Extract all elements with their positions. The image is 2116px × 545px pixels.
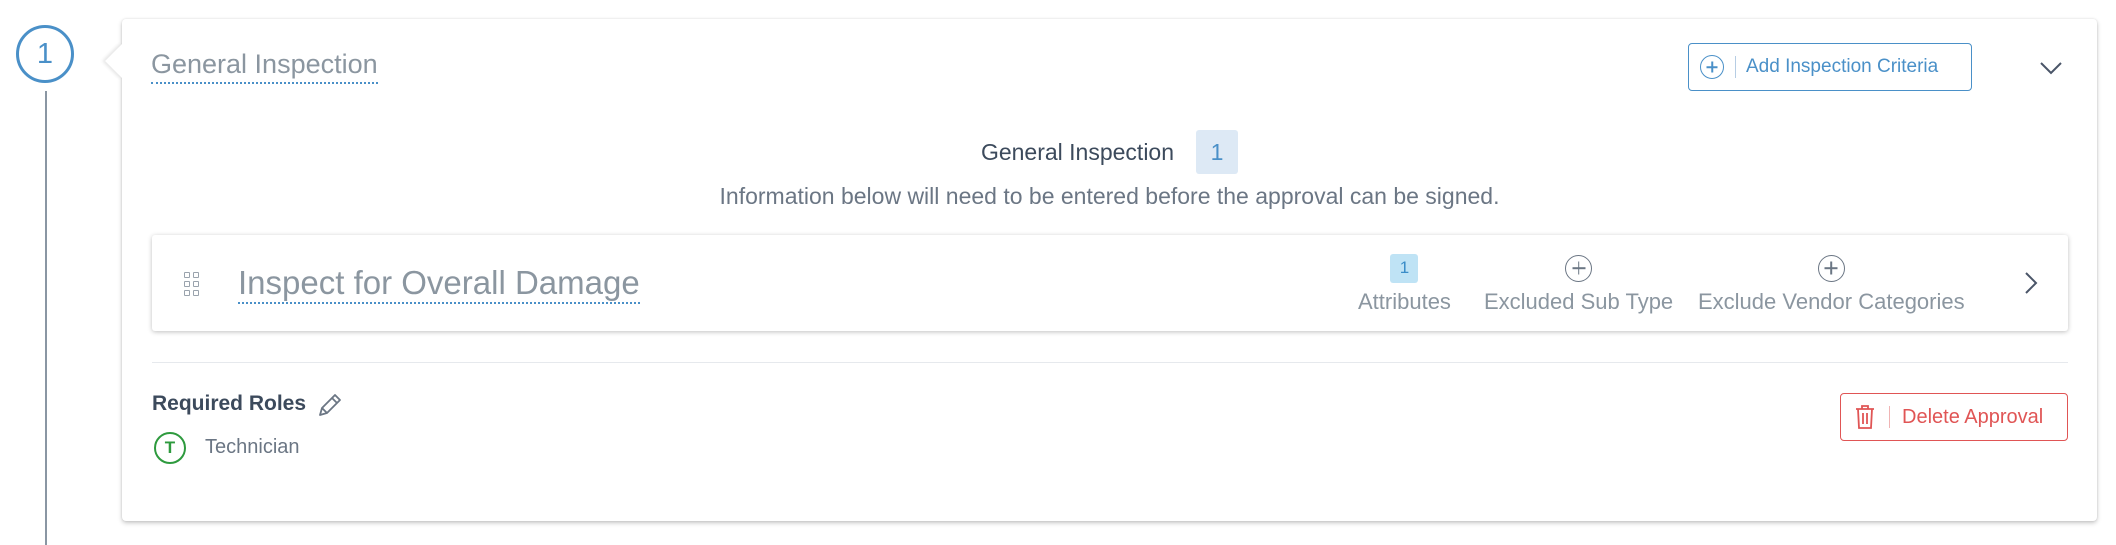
criteria-count-badge: 1 [1196,130,1239,174]
section-header: General Inspection 1 [122,130,2097,174]
approval-title[interactable]: General Inspection [151,48,378,84]
plus-circle-icon [1565,254,1593,282]
delete-approval-button[interactable]: Delete Approval [1840,393,2068,441]
add-inspection-criteria-label: Add Inspection Criteria [1746,56,1939,77]
plus-circle-icon [1700,55,1724,79]
criteria-row[interactable]: Inspect for Overall Damage 1 Attributes … [152,235,2068,331]
exclude-vendor-categories-column[interactable]: Exclude Vendor Categories [1698,251,1965,315]
step-connector-line [45,91,47,545]
criteria-title[interactable]: Inspect for Overall Damage [238,264,640,304]
step-number: 1 [36,37,54,70]
approval-editor: 1 General Inspection Add Inspection Crit… [0,0,2116,545]
role-initial: T [164,438,176,457]
exclude-vendor-categories-label: Exclude Vendor Categories [1698,289,1965,314]
required-roles-label: Required Roles [152,392,307,415]
drag-handle-icon[interactable] [184,272,200,296]
attributes-column[interactable]: 1 Attributes [1358,251,1451,315]
info-text: Information below will need to be entere… [719,183,1500,209]
plus-circle-icon [1817,254,1845,282]
avatar: T [154,432,186,464]
section-name: General Inspection [980,138,1175,165]
trash-icon [1856,405,1874,429]
excluded-sub-type-column[interactable]: Excluded Sub Type [1484,251,1673,315]
approval-card: General Inspection Add Inspection Criter… [105,19,2097,521]
excluded-sub-type-label: Excluded Sub Type [1484,289,1674,314]
pencil-icon[interactable] [314,391,344,421]
delete-approval-label: Delete Approval [1902,405,2044,428]
role-name: Technician [205,436,300,458]
chevron-down-icon[interactable] [2038,55,2064,81]
add-inspection-criteria-button[interactable]: Add Inspection Criteria [1688,43,1972,91]
chevron-right-icon[interactable] [2020,269,2042,297]
attributes-label: Attributes [1358,289,1451,314]
attributes-count-badge: 1 [1390,253,1419,283]
step-number-indicator: 1 [16,25,74,83]
section-divider [152,362,2068,363]
